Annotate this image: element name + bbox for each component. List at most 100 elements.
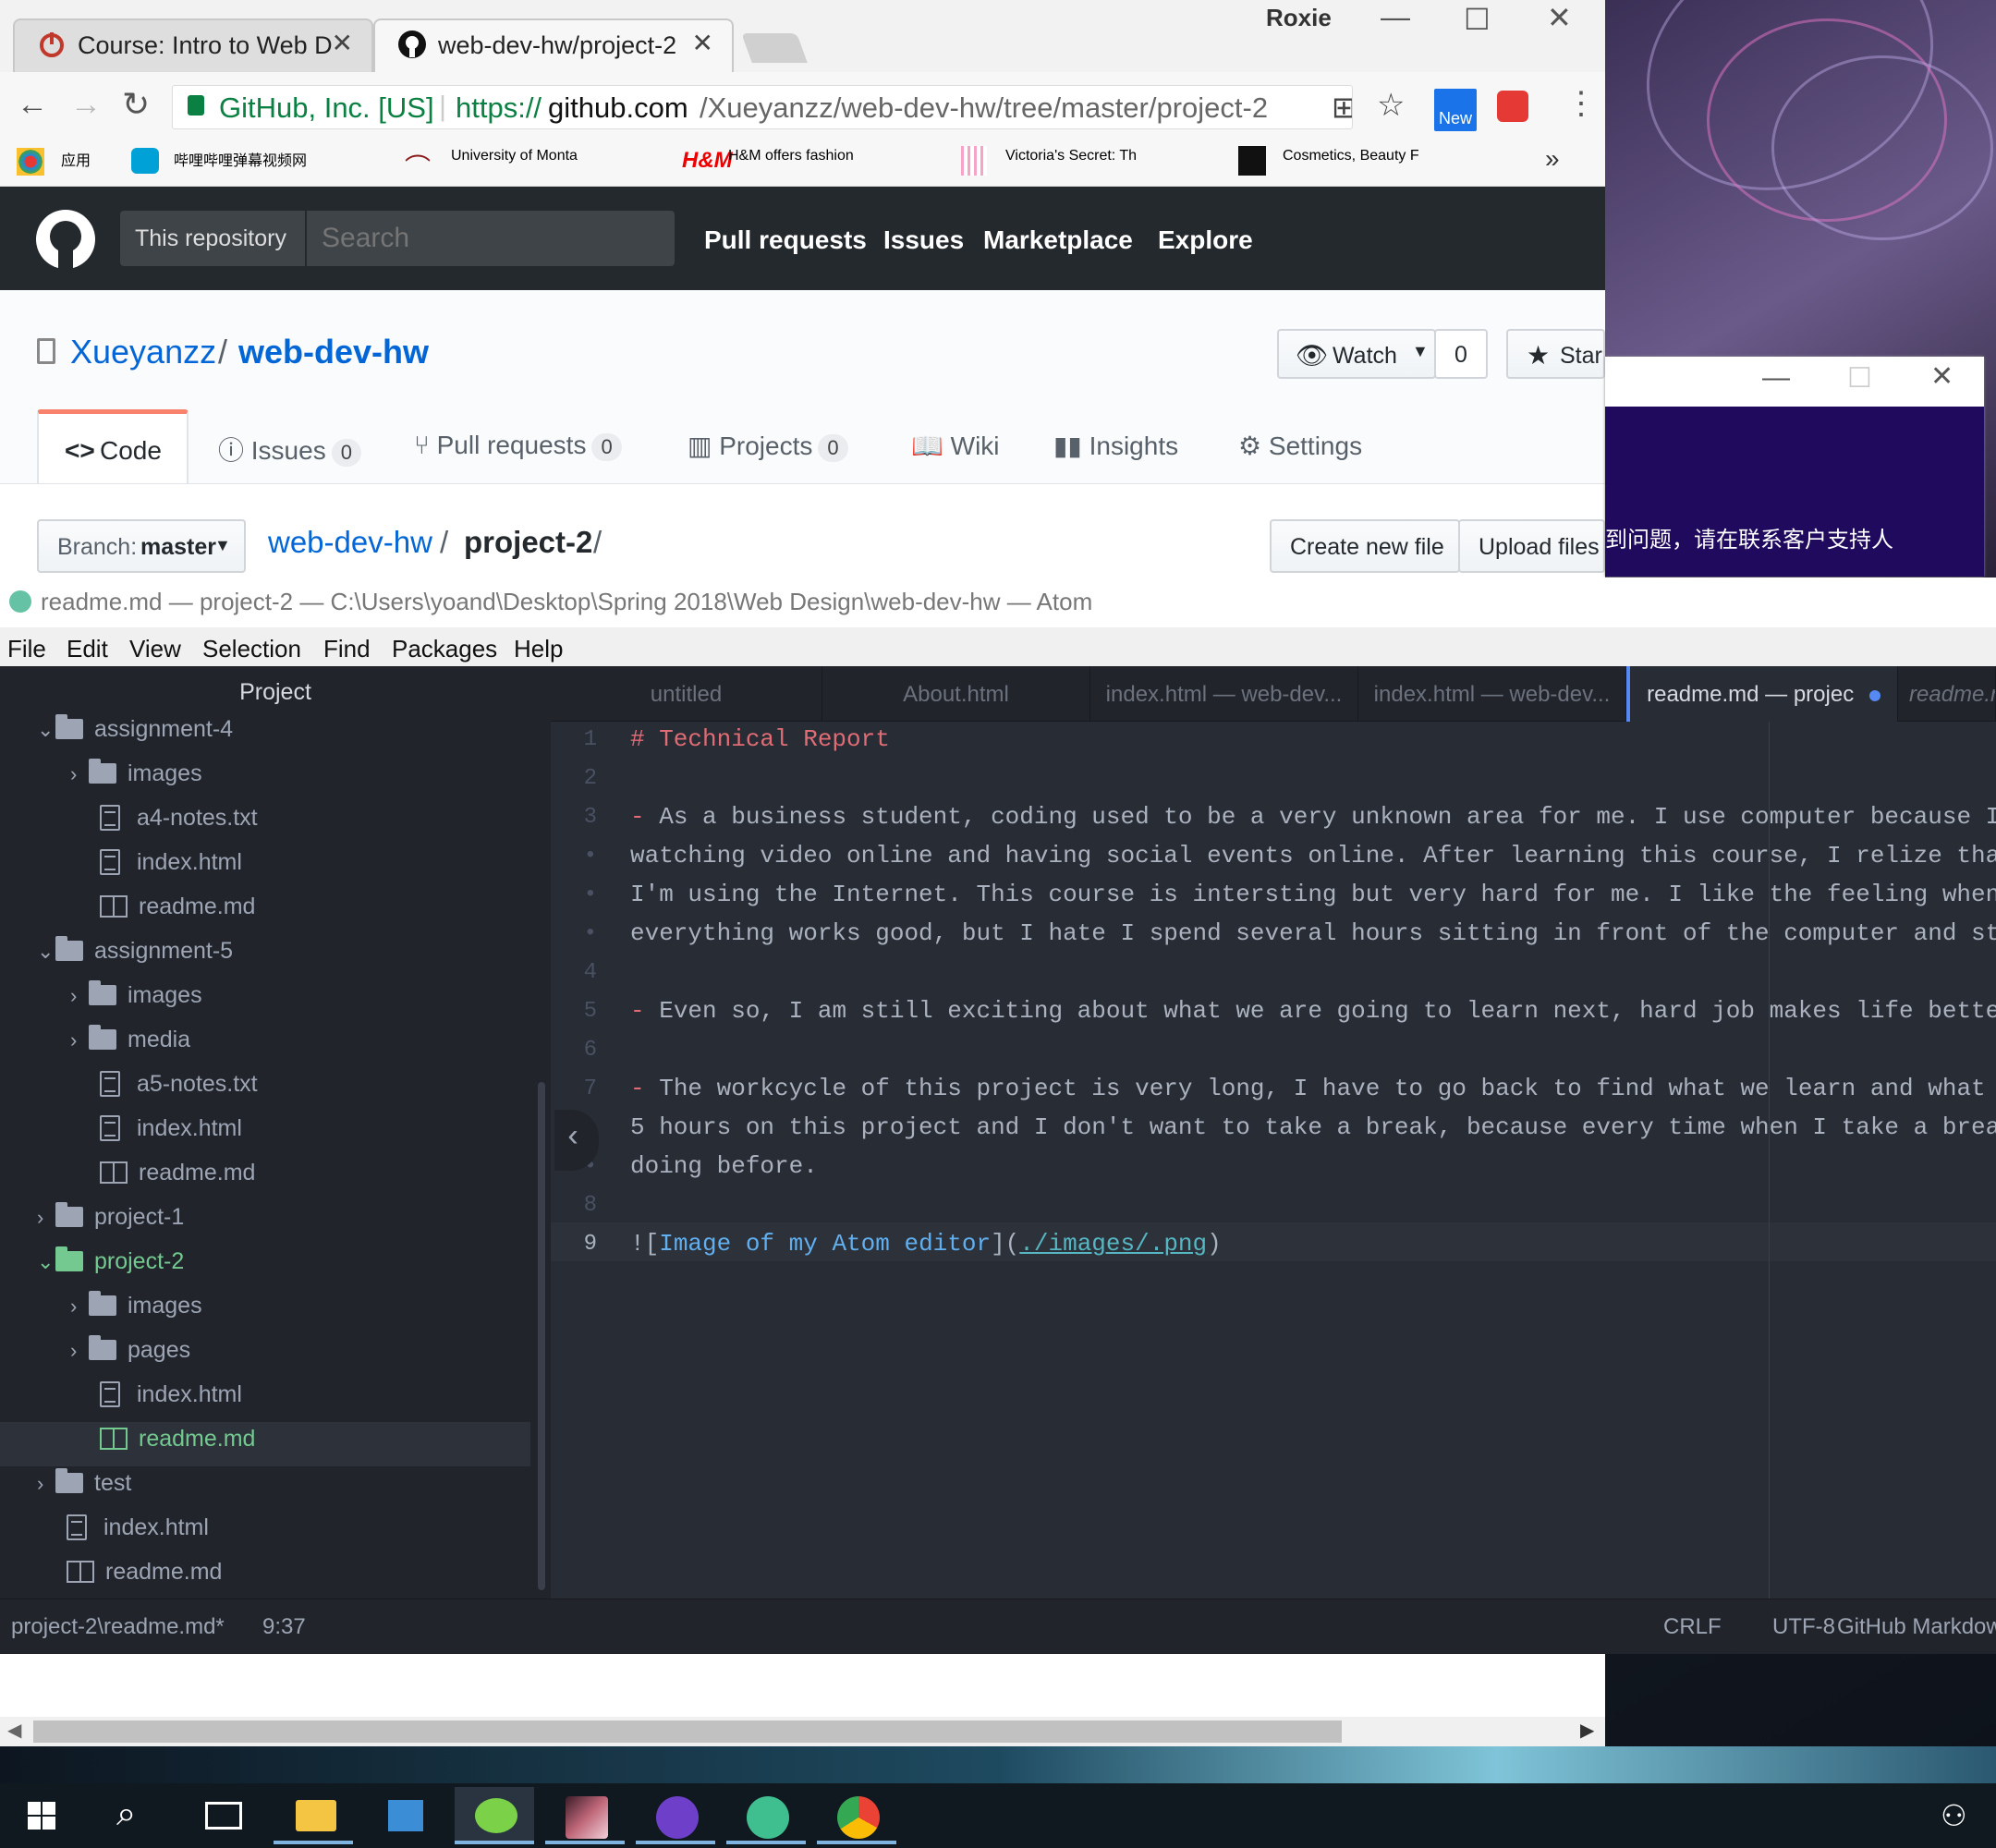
close-tab-icon[interactable]: ✕	[332, 28, 353, 58]
menu-file[interactable]: File	[7, 635, 46, 663]
upload-files-button[interactable]: Upload files	[1458, 519, 1605, 573]
maximize-icon[interactable]: ☐	[1464, 2, 1491, 37]
repo-name-link[interactable]: web-dev-hw	[238, 333, 429, 371]
file-explorer-icon[interactable]	[274, 1787, 353, 1844]
tree-file[interactable]: readme.md	[100, 894, 255, 938]
game-app-icon[interactable]	[545, 1787, 625, 1844]
bookmark-hm[interactable]: H&M offers fashion	[728, 148, 937, 181]
tab-insights[interactable]: ▮▮ Insights	[1053, 431, 1178, 461]
tree-dir[interactable]: › images	[70, 980, 202, 1027]
browser-tab-course[interactable]: Course: Intro to Web D ✕	[13, 18, 373, 72]
menu-packages[interactable]: Packages	[392, 635, 497, 663]
tab-projects[interactable]: ▥ Projects 0	[688, 431, 848, 462]
tree-dir[interactable]: ⌄ assignment-4	[37, 714, 233, 760]
editor-tab-about[interactable]: About.html	[822, 666, 1090, 722]
translate-icon[interactable]: ⊞	[1332, 90, 1352, 125]
tree-file[interactable]: a4-notes.txt	[100, 805, 258, 849]
wechat-icon[interactable]	[455, 1787, 534, 1844]
text-editor[interactable]: 1 2 3 • • • 4 5 6 7 • • 8 9 # Technical …	[551, 722, 1996, 1599]
tree-dir[interactable]: › project-1	[37, 1202, 184, 1248]
repo-owner-link[interactable]: Xueyanzz	[70, 333, 216, 371]
bookmark-star-icon[interactable]: ☆	[1377, 87, 1405, 124]
status-grammar[interactable]: GitHub Markdow	[1837, 1614, 1996, 1640]
tree-file[interactable]: index.html	[100, 1381, 242, 1426]
bookmark-apps[interactable]: 应用	[61, 148, 91, 181]
nav-pull-requests[interactable]: Pull requests	[704, 225, 867, 255]
close-icon[interactable]: ✕	[1930, 360, 1953, 393]
menu-find[interactable]: Find	[323, 635, 371, 663]
menu-view[interactable]: View	[129, 635, 181, 663]
tree-scrollbar[interactable]	[538, 1082, 545, 1590]
extension-new-icon[interactable]: New	[1434, 89, 1477, 131]
tab-wiki[interactable]: 📖 Wiki	[911, 431, 1000, 461]
apps-grid-icon[interactable]	[17, 148, 44, 176]
nav-issues[interactable]: Issues	[883, 225, 964, 255]
breadcrumb-repo[interactable]: web-dev-hw	[268, 525, 432, 560]
editor-tab-readme-active[interactable]: readme.md — projec	[1626, 666, 1898, 722]
bookmark-bilibili[interactable]: 哔哩哔哩弹幕视频网	[174, 148, 377, 181]
minimize-icon[interactable]: —	[1381, 0, 1410, 34]
close-tab-icon[interactable]: ✕	[692, 28, 713, 58]
bookmark-cosmetics[interactable]: Cosmetics, Beauty F	[1283, 148, 1491, 181]
atom-app-icon[interactable]	[726, 1787, 806, 1844]
start-windows-icon[interactable]	[6, 1787, 85, 1844]
status-cursor-position[interactable]: 9:37	[262, 1614, 306, 1640]
status-line-ending[interactable]: CRLF	[1663, 1614, 1722, 1640]
scrollbar-thumb[interactable]	[33, 1720, 1342, 1743]
tab-issues[interactable]: ⓘ Issues 0	[218, 431, 361, 468]
store-app-icon[interactable]	[364, 1787, 444, 1844]
nav-explore[interactable]: Explore	[1158, 225, 1253, 255]
status-file-path[interactable]: project-2\readme.md*	[11, 1614, 225, 1640]
minimize-icon[interactable]: —	[1762, 362, 1790, 394]
github-logo-icon[interactable]	[35, 209, 96, 270]
menu-selection[interactable]: Selection	[202, 635, 301, 663]
scroll-left-icon[interactable]: ◀	[7, 1719, 21, 1742]
extension-red-icon[interactable]	[1497, 91, 1528, 122]
bookmark-montana[interactable]: University of Monta	[451, 148, 660, 181]
watch-count[interactable]: 0	[1434, 329, 1488, 379]
profile-name[interactable]: Roxie	[1266, 4, 1332, 32]
star-button[interactable]: ★ Star	[1506, 329, 1605, 379]
tab-code[interactable]: <> Code	[37, 409, 189, 483]
editor-tab-untitled[interactable]: untitled	[551, 666, 822, 722]
tree-file[interactable]: index.html	[100, 1115, 242, 1160]
address-bar[interactable]: GitHub, Inc. [US] | https:// github.com …	[172, 85, 1353, 129]
tree-dir[interactable]: › images	[70, 1291, 202, 1337]
tree-file[interactable]: readme.md	[67, 1559, 222, 1599]
task-view-icon[interactable]	[183, 1787, 262, 1844]
tree-dir[interactable]: ⌄ assignment-5	[37, 936, 233, 982]
tree-file[interactable]: index.html	[100, 849, 242, 894]
search-icon[interactable]: ⌕	[92, 1787, 172, 1844]
close-icon[interactable]: ✕	[1547, 0, 1572, 35]
editor-tab-index-2[interactable]: index.html — web-dev...	[1358, 666, 1626, 722]
people-icon[interactable]: ⚇	[1941, 1798, 1967, 1833]
github-search-input[interactable]	[307, 211, 675, 266]
editor-tab-index-1[interactable]: index.html — web-dev...	[1090, 666, 1358, 722]
branch-select-button[interactable]: Branch: master ▼	[37, 519, 246, 573]
tree-file[interactable]: readme.md	[100, 1160, 255, 1204]
tree-dir[interactable]: ⌄ project-2	[37, 1246, 184, 1293]
status-encoding[interactable]: UTF-8	[1772, 1614, 1835, 1640]
nav-marketplace[interactable]: Marketplace	[983, 225, 1133, 255]
tree-dir[interactable]: › pages	[70, 1335, 190, 1381]
new-tab-button[interactable]	[741, 33, 808, 63]
github-desktop-icon[interactable]	[636, 1787, 715, 1844]
menu-edit[interactable]: Edit	[67, 635, 108, 663]
tab-settings[interactable]: ⚙ Settings	[1238, 431, 1362, 461]
bookmarks-overflow-icon[interactable]: »	[1545, 144, 1560, 174]
tree-file[interactable]: a5-notes.txt	[100, 1071, 258, 1115]
bookmark-victorias-secret[interactable]: Victoria's Secret: Th	[1005, 148, 1214, 181]
browser-tab-github[interactable]: web-dev-hw/project-2 ✕	[373, 18, 734, 72]
tree-file[interactable]: index.html	[67, 1514, 209, 1559]
maximize-icon[interactable]: ☐	[1847, 362, 1872, 395]
create-new-file-button[interactable]: Create new file	[1270, 519, 1460, 573]
tree-dir[interactable]: › images	[70, 759, 202, 805]
horizontal-scrollbar[interactable]: ◀ ▶	[0, 1717, 1605, 1746]
menu-help[interactable]: Help	[514, 635, 563, 663]
menu-icon[interactable]: ⋮	[1565, 85, 1597, 122]
tree-dir[interactable]: › test	[37, 1468, 131, 1514]
chrome-app-icon[interactable]	[817, 1787, 896, 1844]
tab-pull-requests[interactable]: ⑂ Pull requests 0	[414, 431, 622, 461]
back-icon[interactable]: ←	[17, 87, 48, 123]
forward-icon[interactable]: →	[70, 87, 102, 123]
